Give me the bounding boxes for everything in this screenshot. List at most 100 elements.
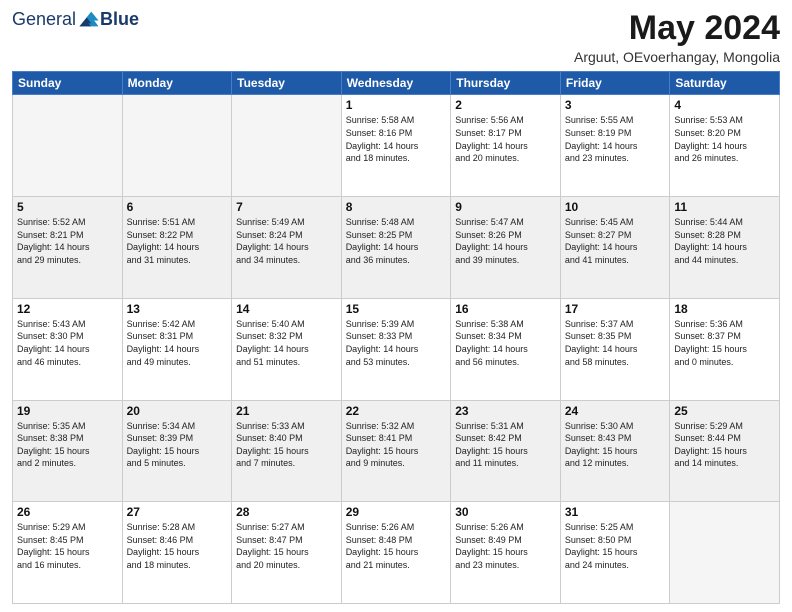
- calendar-cell: [232, 95, 342, 197]
- calendar-cell: 3 Sunrise: 5:55 AM Sunset: 8:19 PM Daylig…: [560, 95, 670, 197]
- month-title: May 2024: [574, 10, 780, 47]
- calendar-cell: 11 Sunrise: 5:44 AM Sunset: 8:28 PM Dayli…: [670, 197, 780, 299]
- day-number: 28: [236, 505, 337, 519]
- day-info: Sunrise: 5:25 AM Sunset: 8:50 PM Dayligh…: [565, 521, 666, 571]
- calendar-cell: 17Sunrise: 5:37 AM Sunset: 8:35 PM Dayli…: [560, 298, 670, 400]
- calendar-cell: 29Sunrise: 5:26 AM Sunset: 8:48 PM Dayli…: [341, 502, 451, 604]
- calendar-cell: 21 Sunrise: 5:33 AM Sunset: 8:40 PM Dayli…: [232, 400, 342, 502]
- calendar-cell: 10Sunrise: 5:45 AM Sunset: 8:27 PM Dayli…: [560, 197, 670, 299]
- day-info: Sunrise: 5:47 AM Sunset: 8:26 PM Dayligh…: [455, 216, 556, 266]
- col-monday: Monday: [122, 72, 232, 95]
- calendar-cell: 14 Sunrise: 5:40 AM Sunset: 8:32 PM Dayli…: [232, 298, 342, 400]
- day-info: Sunrise: 5:26 AM Sunset: 8:49 PM Dayligh…: [455, 521, 556, 571]
- day-info: Sunrise: 5:37 AM Sunset: 8:35 PM Dayligh…: [565, 318, 666, 368]
- day-info: Sunrise: 5:33 AM Sunset: 8:40 PM Dayligh…: [236, 420, 337, 470]
- calendar-cell: 9 Sunrise: 5:47 AM Sunset: 8:26 PM Daylig…: [451, 197, 561, 299]
- calendar-table: Sunday Monday Tuesday Wednesday Thursday…: [12, 71, 780, 604]
- calendar-cell: 5 Sunrise: 5:52 AM Sunset: 8:21 PM Daylig…: [13, 197, 123, 299]
- header: General Blue May 2024 Arguut, OEvoerhang…: [12, 10, 780, 65]
- day-number: 30: [455, 505, 556, 519]
- calendar-cell: [13, 95, 123, 197]
- col-friday: Friday: [560, 72, 670, 95]
- day-number: 4: [674, 98, 775, 112]
- day-number: 10: [565, 200, 666, 214]
- day-number: 19: [17, 404, 118, 418]
- calendar-row-1: 1Sunrise: 5:58 AM Sunset: 8:16 PM Daylig…: [13, 95, 780, 197]
- day-info: Sunrise: 5:35 AM Sunset: 8:38 PM Dayligh…: [17, 420, 118, 470]
- calendar-cell: 27Sunrise: 5:28 AM Sunset: 8:46 PM Dayli…: [122, 502, 232, 604]
- day-number: 22: [346, 404, 447, 418]
- calendar-cell: 20 Sunrise: 5:34 AM Sunset: 8:39 PM Dayli…: [122, 400, 232, 502]
- day-info: Sunrise: 5:48 AM Sunset: 8:25 PM Dayligh…: [346, 216, 447, 266]
- day-info: Sunrise: 5:53 AM Sunset: 8:20 PM Dayligh…: [674, 114, 775, 164]
- col-thursday: Thursday: [451, 72, 561, 95]
- col-tuesday: Tuesday: [232, 72, 342, 95]
- day-number: 29: [346, 505, 447, 519]
- calendar-row-3: 12Sunrise: 5:43 AM Sunset: 8:30 PM Dayli…: [13, 298, 780, 400]
- day-info: Sunrise: 5:55 AM Sunset: 8:19 PM Dayligh…: [565, 114, 666, 164]
- day-info: Sunrise: 5:49 AM Sunset: 8:24 PM Dayligh…: [236, 216, 337, 266]
- day-number: 2: [455, 98, 556, 112]
- logo-icon: [78, 10, 100, 28]
- day-number: 11: [674, 200, 775, 214]
- calendar-header-row: Sunday Monday Tuesday Wednesday Thursday…: [13, 72, 780, 95]
- calendar-cell: 28 Sunrise: 5:27 AM Sunset: 8:47 PM Dayli…: [232, 502, 342, 604]
- title-block: May 2024 Arguut, OEvoerhangay, Mongolia: [574, 10, 780, 65]
- logo: General Blue: [12, 10, 139, 28]
- day-number: 8: [346, 200, 447, 214]
- calendar-cell: 6Sunrise: 5:51 AM Sunset: 8:22 PM Daylig…: [122, 197, 232, 299]
- day-info: Sunrise: 5:42 AM Sunset: 8:31 PM Dayligh…: [127, 318, 228, 368]
- day-number: 16: [455, 302, 556, 316]
- calendar-cell: 23Sunrise: 5:31 AM Sunset: 8:42 PM Dayli…: [451, 400, 561, 502]
- calendar-cell: 25 Sunrise: 5:29 AM Sunset: 8:44 PM Dayli…: [670, 400, 780, 502]
- calendar-cell: 19 Sunrise: 5:35 AM Sunset: 8:38 PM Dayli…: [13, 400, 123, 502]
- day-info: Sunrise: 5:39 AM Sunset: 8:33 PM Dayligh…: [346, 318, 447, 368]
- calendar-cell: 1Sunrise: 5:58 AM Sunset: 8:16 PM Daylig…: [341, 95, 451, 197]
- calendar-cell: [670, 502, 780, 604]
- day-info: Sunrise: 5:30 AM Sunset: 8:43 PM Dayligh…: [565, 420, 666, 470]
- day-info: Sunrise: 5:51 AM Sunset: 8:22 PM Dayligh…: [127, 216, 228, 266]
- day-info: Sunrise: 5:29 AM Sunset: 8:44 PM Dayligh…: [674, 420, 775, 470]
- day-info: Sunrise: 5:31 AM Sunset: 8:42 PM Dayligh…: [455, 420, 556, 470]
- calendar-cell: 31Sunrise: 5:25 AM Sunset: 8:50 PM Dayli…: [560, 502, 670, 604]
- day-number: 20: [127, 404, 228, 418]
- day-number: 5: [17, 200, 118, 214]
- day-info: Sunrise: 5:40 AM Sunset: 8:32 PM Dayligh…: [236, 318, 337, 368]
- day-info: Sunrise: 5:58 AM Sunset: 8:16 PM Dayligh…: [346, 114, 447, 164]
- calendar-cell: 12Sunrise: 5:43 AM Sunset: 8:30 PM Dayli…: [13, 298, 123, 400]
- logo-blue: Blue: [100, 10, 139, 28]
- calendar-cell: 24 Sunrise: 5:30 AM Sunset: 8:43 PM Dayli…: [560, 400, 670, 502]
- day-number: 12: [17, 302, 118, 316]
- day-number: 3: [565, 98, 666, 112]
- col-saturday: Saturday: [670, 72, 780, 95]
- day-info: Sunrise: 5:32 AM Sunset: 8:41 PM Dayligh…: [346, 420, 447, 470]
- day-info: Sunrise: 5:52 AM Sunset: 8:21 PM Dayligh…: [17, 216, 118, 266]
- day-number: 27: [127, 505, 228, 519]
- day-number: 18: [674, 302, 775, 316]
- day-info: Sunrise: 5:44 AM Sunset: 8:28 PM Dayligh…: [674, 216, 775, 266]
- calendar-cell: 13Sunrise: 5:42 AM Sunset: 8:31 PM Dayli…: [122, 298, 232, 400]
- logo-general: General: [12, 10, 76, 28]
- day-number: 25: [674, 404, 775, 418]
- calendar-cell: 7 Sunrise: 5:49 AM Sunset: 8:24 PM Daylig…: [232, 197, 342, 299]
- day-info: Sunrise: 5:27 AM Sunset: 8:47 PM Dayligh…: [236, 521, 337, 571]
- calendar-cell: 2Sunrise: 5:56 AM Sunset: 8:17 PM Daylig…: [451, 95, 561, 197]
- calendar-cell: 15 Sunrise: 5:39 AM Sunset: 8:33 PM Dayli…: [341, 298, 451, 400]
- day-number: 21: [236, 404, 337, 418]
- day-info: Sunrise: 5:34 AM Sunset: 8:39 PM Dayligh…: [127, 420, 228, 470]
- calendar-row-5: 26Sunrise: 5:29 AM Sunset: 8:45 PM Dayli…: [13, 502, 780, 604]
- day-number: 15: [346, 302, 447, 316]
- page: General Blue May 2024 Arguut, OEvoerhang…: [0, 0, 792, 612]
- day-number: 14: [236, 302, 337, 316]
- calendar-cell: 22 Sunrise: 5:32 AM Sunset: 8:41 PM Dayli…: [341, 400, 451, 502]
- col-wednesday: Wednesday: [341, 72, 451, 95]
- day-number: 9: [455, 200, 556, 214]
- day-number: 7: [236, 200, 337, 214]
- calendar-row-2: 5 Sunrise: 5:52 AM Sunset: 8:21 PM Daylig…: [13, 197, 780, 299]
- calendar-cell: 18 Sunrise: 5:36 AM Sunset: 8:37 PM Dayli…: [670, 298, 780, 400]
- day-info: Sunrise: 5:36 AM Sunset: 8:37 PM Dayligh…: [674, 318, 775, 368]
- day-number: 24: [565, 404, 666, 418]
- col-sunday: Sunday: [13, 72, 123, 95]
- logo-text: General Blue: [12, 10, 139, 28]
- calendar-cell: 30 Sunrise: 5:26 AM Sunset: 8:49 PM Dayli…: [451, 502, 561, 604]
